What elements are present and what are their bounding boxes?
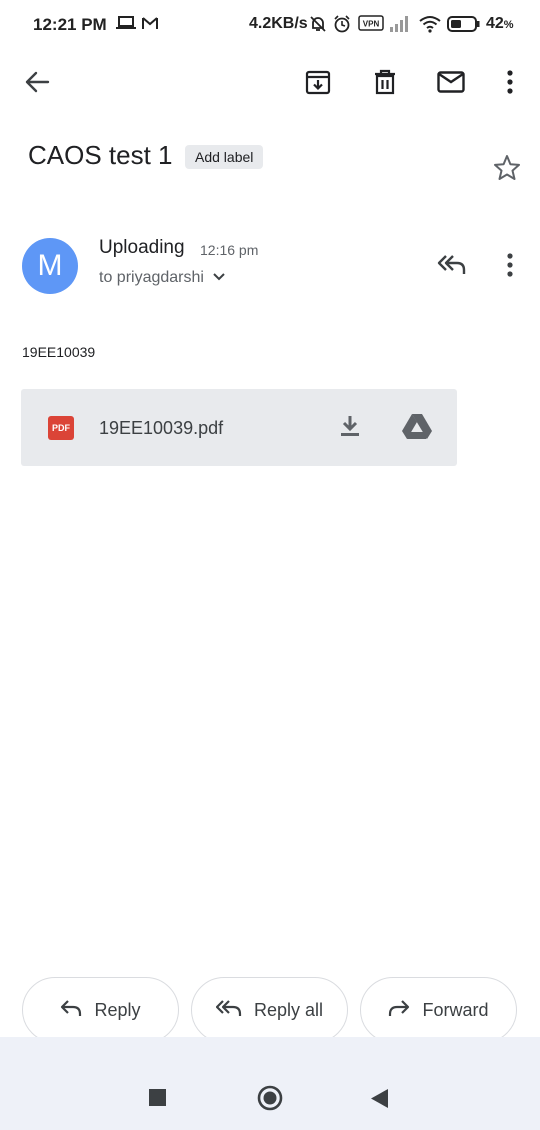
drive-icon: [401, 412, 433, 445]
reply-icon: [60, 999, 82, 1022]
sender-avatar[interactable]: M: [22, 238, 78, 294]
square-icon: [149, 1089, 166, 1111]
reply-label: Reply: [94, 999, 141, 1020]
more-vert-icon: [506, 69, 514, 99]
sent-time: 12:16 pm: [200, 242, 259, 258]
archive-button[interactable]: [296, 62, 340, 106]
vpn-label: VPN: [363, 20, 380, 29]
wifi-icon: [418, 15, 442, 38]
email-subject: CAOS test 1: [28, 140, 173, 170]
star-icon: [493, 154, 521, 186]
reply-all-icon: [215, 999, 242, 1022]
forward-icon: [388, 999, 410, 1022]
home-circle-icon: [257, 1085, 283, 1116]
delete-icon: [373, 69, 397, 100]
gmail-icon: [141, 15, 159, 36]
back-nav-button[interactable]: [371, 1089, 388, 1113]
forward-button[interactable]: Forward: [360, 977, 517, 1043]
battery-percentage: 42: [486, 15, 504, 32]
message-more-button[interactable]: [490, 247, 530, 287]
more-vert-icon: [506, 252, 514, 282]
network-speed: 4.2KB/s: [249, 15, 308, 32]
email-body: 19EE10039: [22, 344, 96, 360]
signal-icon: [389, 15, 411, 37]
archive-icon: [305, 69, 331, 100]
mute-bell-icon: [309, 15, 327, 38]
reply-all-icon: [437, 254, 467, 281]
mark-unread-icon: [437, 70, 465, 98]
bottom-actions: Reply Reply all Forward: [0, 977, 540, 1043]
top-toolbar: [0, 56, 540, 112]
back-button[interactable]: [15, 62, 59, 106]
save-to-drive-button[interactable]: [397, 411, 437, 445]
download-attachment-button[interactable]: [333, 411, 367, 445]
star-button[interactable]: [490, 153, 524, 187]
recents-button[interactable]: [149, 1089, 166, 1111]
system-nav-bar: [0, 1037, 540, 1130]
back-triangle-icon: [371, 1089, 388, 1113]
alarm-icon: [333, 15, 351, 38]
battery-text: 42%: [486, 15, 514, 33]
attachment-filename: 19EE10039.pdf: [99, 418, 224, 438]
pdf-icon: PDF: [48, 416, 74, 440]
quick-reply-all-button[interactable]: [430, 247, 474, 287]
battery-unit: %: [503, 19, 514, 31]
download-icon: [339, 414, 361, 443]
status-bar: 12:21 PM 4.2KB/s VPN 42%: [0, 0, 540, 50]
vpn-icon: VPN: [358, 15, 384, 36]
mark-unread-button[interactable]: [429, 62, 473, 106]
more-options-button[interactable]: [488, 62, 532, 106]
forward-label: Forward: [422, 999, 489, 1020]
back-arrow-icon: [24, 70, 50, 99]
recipients-toggle[interactable]: to priyagdarshi: [99, 269, 226, 287]
laptop-icon: [116, 15, 136, 36]
chevron-down-icon: [212, 269, 226, 287]
attachment-card[interactable]: PDF 19EE10039.pdf: [21, 389, 457, 466]
reply-all-button[interactable]: Reply all: [191, 977, 348, 1043]
add-label-chip[interactable]: Add label: [185, 145, 264, 169]
sender-name: Uploading: [99, 237, 185, 258]
recipients-text: to priyagdarshi: [99, 269, 204, 286]
battery-icon: [447, 15, 481, 38]
home-button[interactable]: [257, 1085, 283, 1116]
reply-button[interactable]: Reply: [22, 977, 179, 1043]
delete-button[interactable]: [363, 62, 407, 106]
status-time: 12:21 PM: [33, 15, 107, 34]
reply-all-label: Reply all: [253, 999, 324, 1020]
